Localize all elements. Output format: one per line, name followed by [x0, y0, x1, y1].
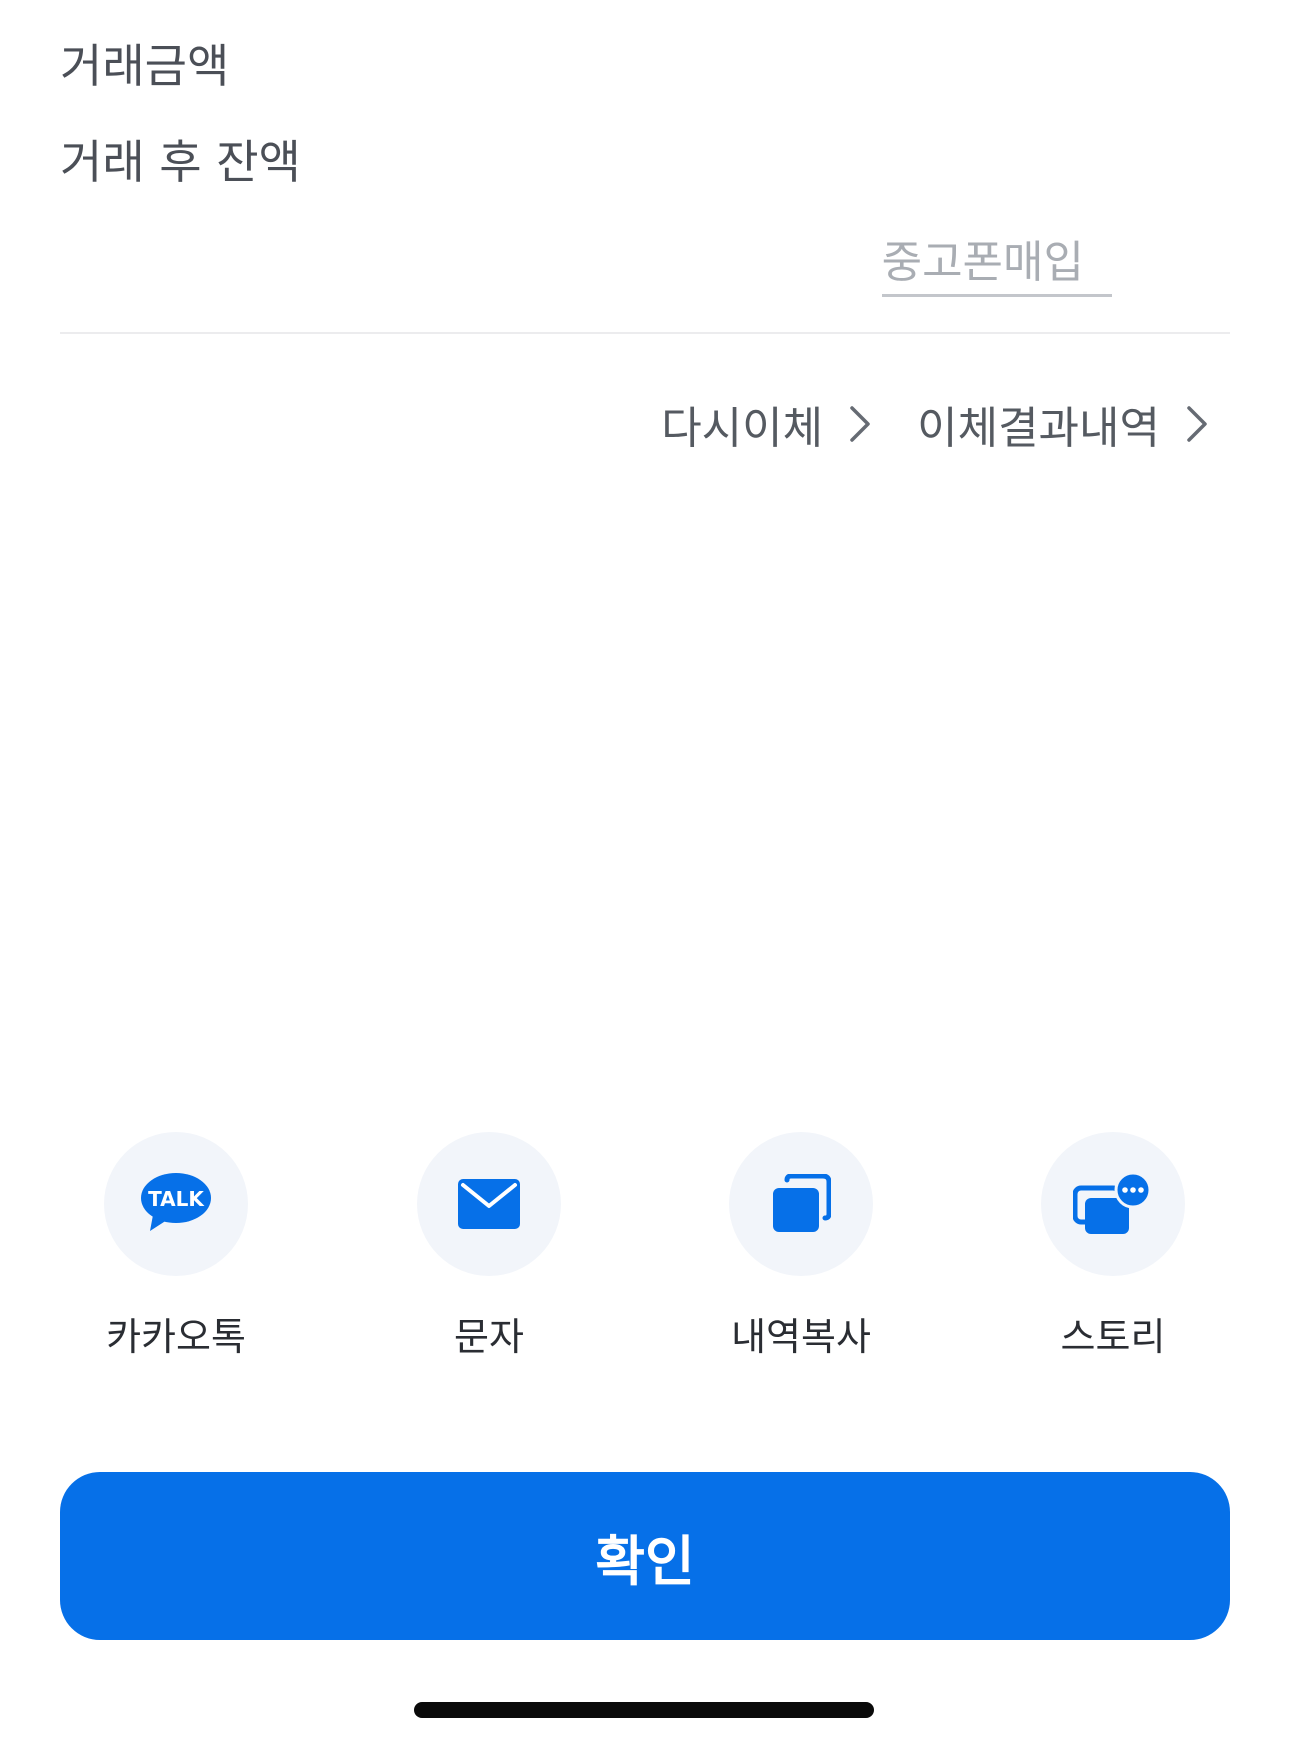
copy-icon-circle: [729, 1132, 873, 1276]
share-options: TALK 카카오톡 문자 내역복사 스토리: [0, 1132, 1290, 1362]
share-copy-button[interactable]: 내역복사: [691, 1132, 911, 1361]
share-copy-label: 내역복사: [731, 1315, 871, 1359]
action-links: 다시이체 이체결과내역: [661, 392, 1208, 456]
share-story-button[interactable]: 스토리: [1003, 1132, 1223, 1361]
divider: [60, 332, 1230, 334]
amount-label: 거래금액: [60, 39, 230, 93]
share-kakaotalk-label: 카카오톡: [106, 1315, 246, 1359]
copy-icon: [773, 1174, 831, 1232]
balance-after-label: 거래 후 잔액: [60, 135, 301, 189]
story-chat-icon: [1073, 1172, 1152, 1234]
share-message-label: 문자: [454, 1315, 524, 1359]
transfer-complete-screen: 거래금액 거래 후 잔액 중고폰매입 다시이체 이체결과내역 TALK 카카오톡…: [0, 0, 1290, 1746]
retransfer-label: 다시이체: [661, 403, 824, 454]
message-icon-circle: [417, 1132, 561, 1276]
confirm-button[interactable]: 확인: [60, 1472, 1230, 1640]
kakaotalk-icon-circle: TALK: [104, 1132, 248, 1276]
retransfer-link[interactable]: 다시이체: [661, 392, 871, 456]
share-story-label: 스토리: [1060, 1315, 1166, 1359]
home-indicator: [414, 1702, 874, 1718]
chevron-right-icon: [850, 406, 870, 442]
kakaotalk-icon: TALK: [141, 1173, 211, 1231]
share-kakaotalk-button[interactable]: TALK 카카오톡: [66, 1132, 286, 1361]
used-phone-link[interactable]: 중고폰매입: [881, 226, 1112, 297]
chevron-right-icon: [1187, 406, 1207, 442]
transfer-result-link[interactable]: 이체결과내역: [917, 392, 1208, 456]
kakaotalk-icon-text: TALK: [148, 1187, 205, 1211]
share-message-button[interactable]: 문자: [379, 1132, 599, 1361]
story-icon-circle: [1041, 1132, 1185, 1276]
transfer-result-label: 이체결과내역: [917, 403, 1160, 454]
message-envelope-icon: [458, 1179, 520, 1229]
